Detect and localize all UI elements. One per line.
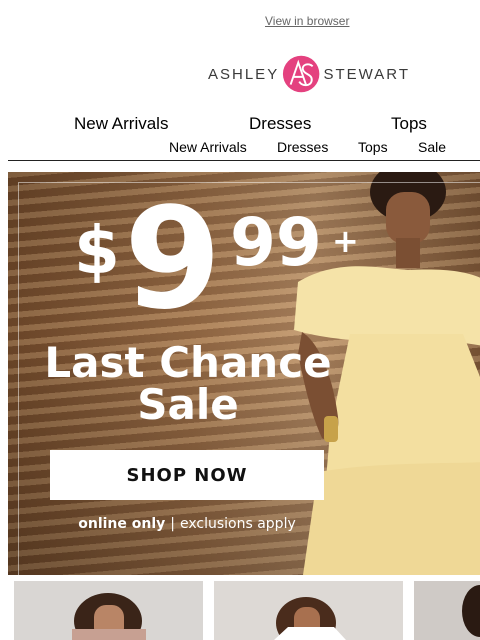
fine-print-online-only: online only (78, 516, 166, 532)
headline-line-1: Last Chance (44, 338, 332, 387)
thumbnail-2-image (274, 597, 346, 640)
product-thumbnail-row (0, 581, 480, 640)
product-thumbnail-2[interactable] (214, 581, 403, 640)
hero-headline: Last Chance Sale (38, 342, 338, 426)
shop-now-button[interactable]: SHOP NOW (50, 450, 324, 500)
brand-logo[interactable]: ASHLEY STEWART (208, 52, 410, 96)
view-in-browser-link[interactable]: View in browser (265, 14, 349, 28)
nav-new-arrivals[interactable]: New Arrivals (74, 114, 168, 134)
logo-left-text: ASHLEY (208, 65, 280, 83)
thumbnail-1-image (72, 593, 146, 640)
product-thumbnail-3[interactable] (414, 581, 480, 640)
logo-monogram-icon (283, 55, 320, 93)
thumbnail-3-image (462, 585, 480, 637)
nav-tops[interactable]: Tops (391, 114, 427, 134)
subnav-sale[interactable]: Sale (418, 139, 446, 155)
fine-print-separator: | (170, 516, 175, 532)
product-thumbnail-1[interactable] (14, 581, 203, 640)
hero-fine-print: online only | exclusions apply (50, 516, 324, 532)
nav-divider (8, 160, 480, 161)
subnav-tops[interactable]: Tops (358, 139, 388, 155)
secondary-nav: New Arrivals Dresses Tops Sale (0, 139, 480, 159)
hero-banner[interactable]: $ 9 99 + Last Chance Sale SHOP NOW onlin… (8, 172, 480, 575)
subnav-dresses[interactable]: Dresses (277, 139, 328, 155)
fine-print-exclusions: exclusions apply (179, 516, 296, 532)
nav-dresses[interactable]: Dresses (249, 114, 311, 134)
price-dollar-sign: $ (74, 212, 120, 289)
price-main: 9 (124, 178, 222, 341)
price-cents: 99 (230, 204, 322, 281)
logo-right-text: STEWART (323, 65, 410, 83)
price-plus: + (332, 222, 359, 260)
headline-line-2: Sale (137, 380, 239, 429)
primary-nav: New Arrivals Dresses Tops (0, 114, 480, 136)
subnav-new-arrivals[interactable]: New Arrivals (169, 139, 247, 155)
